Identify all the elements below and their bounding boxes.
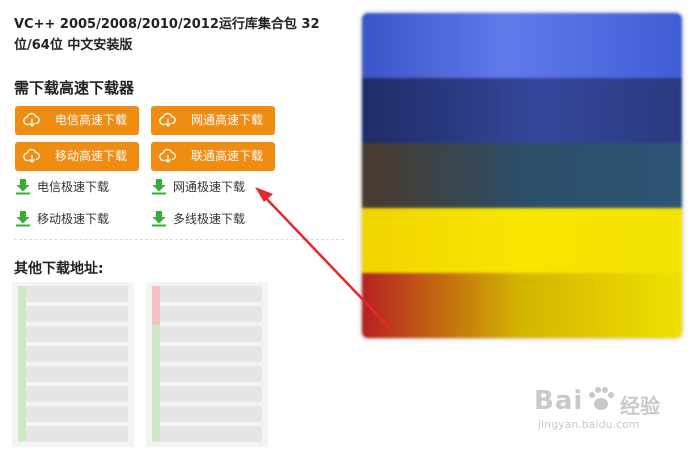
multiline-fast-download-link[interactable]: 多线极速下载 bbox=[151, 209, 271, 229]
section-divider bbox=[14, 239, 344, 240]
page-title: VC++ 2005/2008/2010/2012运行库集合包 32位/64位 中… bbox=[14, 17, 320, 53]
mobile-high-speed-button[interactable]: 移动高速下载 bbox=[15, 142, 139, 171]
cloud-download-icon bbox=[159, 112, 176, 127]
netcom-fast-download-link[interactable]: 网通极速下载 bbox=[151, 177, 271, 197]
cloud-download-icon bbox=[23, 112, 40, 127]
button-label: 移动高速下载 bbox=[54, 149, 127, 163]
telecom-high-speed-button[interactable]: 电信高速下载 bbox=[15, 106, 139, 135]
blurred-address-list bbox=[146, 282, 268, 447]
link-label: 网通极速下载 bbox=[173, 180, 246, 194]
telecom-fast-download-link[interactable]: 电信极速下载 bbox=[15, 177, 135, 197]
button-label: 网通高速下载 bbox=[190, 113, 263, 127]
cloud-download-icon bbox=[159, 148, 176, 163]
software-screenshot-thumbnail bbox=[362, 13, 682, 338]
downloader-heading: 需下载高速下载器 bbox=[14, 79, 135, 97]
link-label: 多线极速下载 bbox=[173, 212, 246, 226]
blurred-address-list bbox=[12, 282, 134, 447]
link-label: 电信极速下载 bbox=[37, 180, 110, 194]
mobile-fast-download-link[interactable]: 移动极速下载 bbox=[15, 209, 135, 229]
cloud-download-icon bbox=[23, 148, 40, 163]
button-label: 电信高速下载 bbox=[54, 113, 127, 127]
baidu-jingyan-watermark: Bai 经验 jingyan.baidu.com bbox=[534, 378, 694, 438]
watermark-url: jingyan.baidu.com bbox=[538, 418, 640, 431]
button-label: 联通高速下载 bbox=[190, 149, 263, 163]
watermark-brand: Bai bbox=[534, 386, 584, 416]
netcom-high-speed-button[interactable]: 网通高速下载 bbox=[151, 106, 275, 135]
download-arrow-icon bbox=[16, 179, 30, 195]
unicom-high-speed-button[interactable]: 联通高速下载 bbox=[151, 142, 275, 171]
download-arrow-icon bbox=[16, 211, 30, 227]
download-arrow-icon bbox=[152, 179, 166, 195]
other-addresses-heading: 其他下载地址: bbox=[14, 261, 104, 277]
paw-icon bbox=[589, 387, 614, 410]
download-arrow-icon bbox=[152, 211, 166, 227]
watermark-brand-cn: 经验 bbox=[620, 394, 660, 418]
link-label: 移动极速下载 bbox=[37, 212, 110, 226]
